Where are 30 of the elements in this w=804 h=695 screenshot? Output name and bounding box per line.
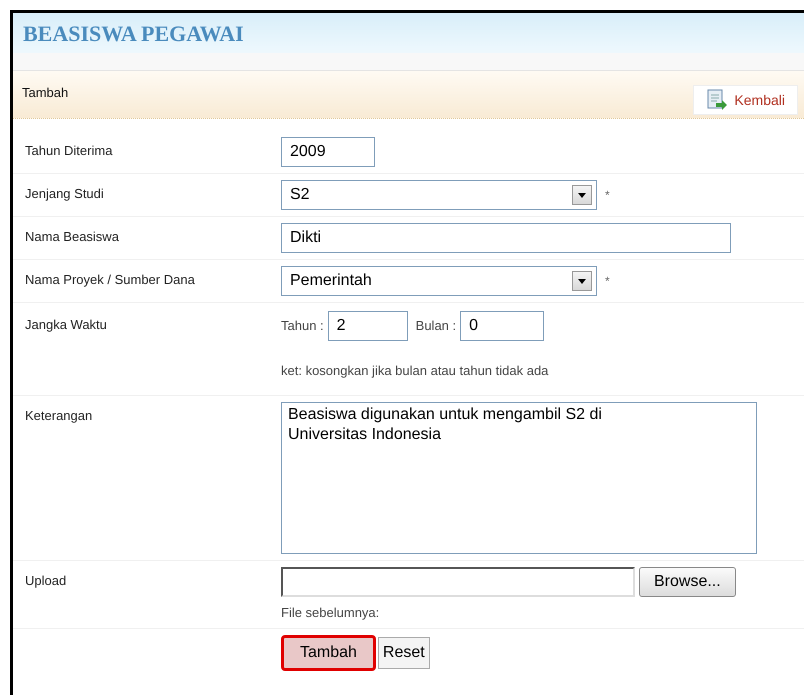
select-field[interactable]: S2	[281, 180, 597, 210]
form-button[interactable]: Reset	[378, 637, 430, 669]
month-field[interactable]: 0	[460, 311, 544, 341]
field-label: Keterangan	[24, 406, 94, 425]
field-label: Nama Proyek / Sumber Dana	[24, 271, 196, 289]
text-field[interactable]: 2009	[281, 137, 375, 167]
browse-button[interactable]: Browse...	[639, 566, 736, 596]
form-button[interactable]: Tambah	[281, 635, 376, 671]
field-label: Tahun Diterima	[24, 142, 114, 160]
required-mark: *	[605, 187, 610, 204]
hint-text: File sebelumnya:	[281, 604, 380, 622]
year-label: Tahun :	[281, 317, 324, 336]
field-label: Upload	[24, 572, 68, 590]
select-field[interactable]: Pemerintah	[281, 266, 597, 296]
hint-text: ket: kosongkan jika bulan atau tahun tidak ada	[281, 362, 548, 380]
field-label: Jangka Waktu	[24, 316, 108, 334]
month-label: Bulan :	[416, 317, 456, 336]
field-label: Jenjang Studi	[24, 185, 105, 203]
year-field[interactable]: 2	[328, 311, 408, 341]
dropdown-icon	[572, 271, 592, 291]
document-arrow-icon	[706, 89, 728, 111]
field-label: Nama Beasiswa	[24, 228, 120, 246]
toolbar-title: Tambah	[22, 84, 68, 102]
page-title: BEASISWA PEGAWAI	[23, 20, 244, 48]
text-field[interactable]: Dikti	[281, 223, 731, 253]
required-mark: *	[605, 273, 610, 290]
textarea-field[interactable]: Beasiswa digunakan untuk mengambil S2 di Universitas Indonesia	[281, 402, 757, 554]
dropdown-icon	[572, 185, 592, 205]
back-button[interactable]: Kembali	[693, 85, 798, 115]
file-field[interactable]	[281, 566, 635, 596]
